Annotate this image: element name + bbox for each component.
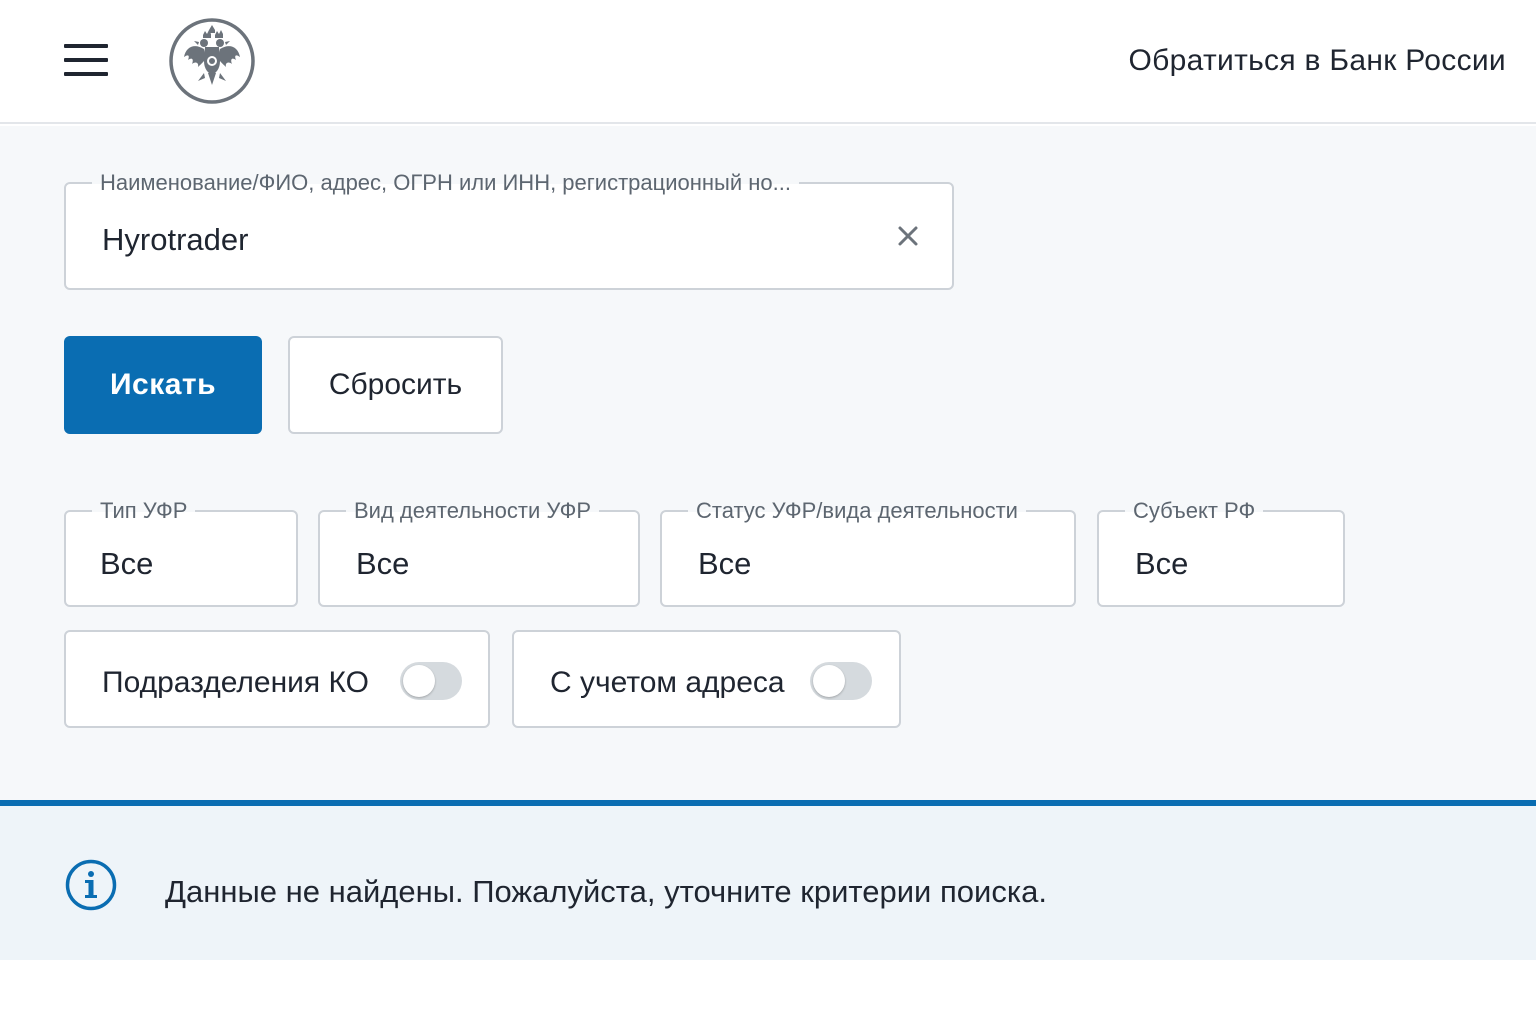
toggle-knob xyxy=(813,665,845,697)
hamburger-menu-icon[interactable] xyxy=(64,44,110,78)
activity-type-value: Все xyxy=(356,546,410,581)
status-select[interactable]: Статус УФР/вида деятельности Все xyxy=(660,496,1076,607)
search-input-label: Наименование/ФИО, адрес, ОГРН или ИНН, р… xyxy=(92,168,799,198)
status-value: Все xyxy=(698,546,752,581)
ko-divisions-toggle-box: Подразделения КО xyxy=(64,630,490,728)
close-icon[interactable] xyxy=(896,224,920,248)
search-button[interactable]: Искать xyxy=(64,336,262,434)
menu-line xyxy=(64,72,108,76)
status-label: Статус УФР/вида деятельности xyxy=(688,496,1026,526)
ko-divisions-toggle[interactable] xyxy=(400,662,462,700)
region-value: Все xyxy=(1135,546,1189,581)
info-icon xyxy=(64,858,118,912)
ufr-type-value: Все xyxy=(100,546,154,581)
no-results-message: Данные не найдены. Пожалуйста, уточните … xyxy=(165,874,1047,909)
ufr-type-label: Тип УФР xyxy=(92,496,196,526)
search-input[interactable]: Наименование/ФИО, адрес, ОГРН или ИНН, р… xyxy=(64,168,954,290)
search-panel: Наименование/ФИО, адрес, ОГРН или ИНН, р… xyxy=(0,126,1536,800)
address-toggle-label: С учетом адреса xyxy=(550,666,785,699)
page-footer-space xyxy=(0,960,1536,1024)
ko-divisions-label: Подразделения КО xyxy=(102,666,369,699)
region-select[interactable]: Субъект РФ Все xyxy=(1097,496,1345,607)
reset-button[interactable]: Сбросить xyxy=(288,336,503,434)
site-header: Обратиться в Банк России xyxy=(0,0,1536,124)
menu-line xyxy=(64,58,108,62)
toggle-knob xyxy=(403,665,435,697)
region-label: Субъект РФ xyxy=(1125,496,1264,526)
activity-type-select[interactable]: Вид деятельности УФР Все xyxy=(318,496,640,607)
ufr-type-select[interactable]: Тип УФР Все xyxy=(64,496,298,607)
bank-logo-icon[interactable] xyxy=(168,17,256,105)
menu-line xyxy=(64,44,108,48)
search-input-value[interactable]: Hyrotrader xyxy=(102,222,248,258)
no-results-banner: Данные не найдены. Пожалуйста, уточните … xyxy=(0,800,1536,960)
address-toggle-box: С учетом адреса xyxy=(512,630,901,728)
contact-bank-link[interactable]: Обратиться в Банк России xyxy=(1129,44,1506,78)
activity-type-label: Вид деятельности УФР xyxy=(346,496,600,526)
address-toggle[interactable] xyxy=(810,662,872,700)
